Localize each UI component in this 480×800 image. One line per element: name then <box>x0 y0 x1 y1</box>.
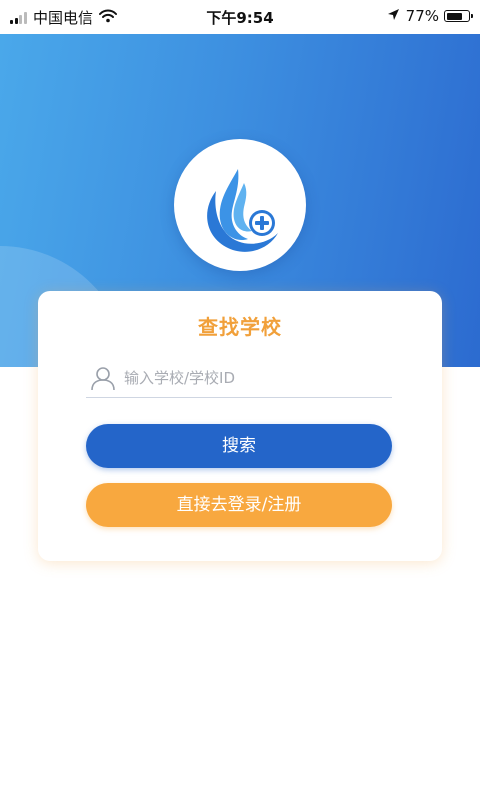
school-search-field[interactable] <box>86 363 392 398</box>
water-drop-plus-icon <box>207 169 278 252</box>
status-bar: 中国电信 下午9:54 77% <box>0 0 480 34</box>
login-register-button[interactable]: 直接去登录/注册 <box>86 483 392 527</box>
search-button[interactable]: 搜索 <box>86 424 392 468</box>
app-logo <box>174 139 306 271</box>
school-search-card: 查找学校 搜索 直接去登录/注册 <box>38 291 442 561</box>
app-screen: 中国电信 下午9:54 77% 查找学校 输入学校/学校ID 搜索 直接去登录/… <box>0 0 480 800</box>
card-title: 查找学校 <box>198 315 282 339</box>
location-arrow-icon <box>387 7 400 25</box>
battery-fill <box>446 12 462 20</box>
battery-percent: 77% <box>405 7 439 25</box>
school-search-input[interactable] <box>124 363 388 393</box>
battery-icon <box>444 10 473 22</box>
user-icon <box>90 365 116 395</box>
status-bar-right: 77% <box>387 7 473 25</box>
